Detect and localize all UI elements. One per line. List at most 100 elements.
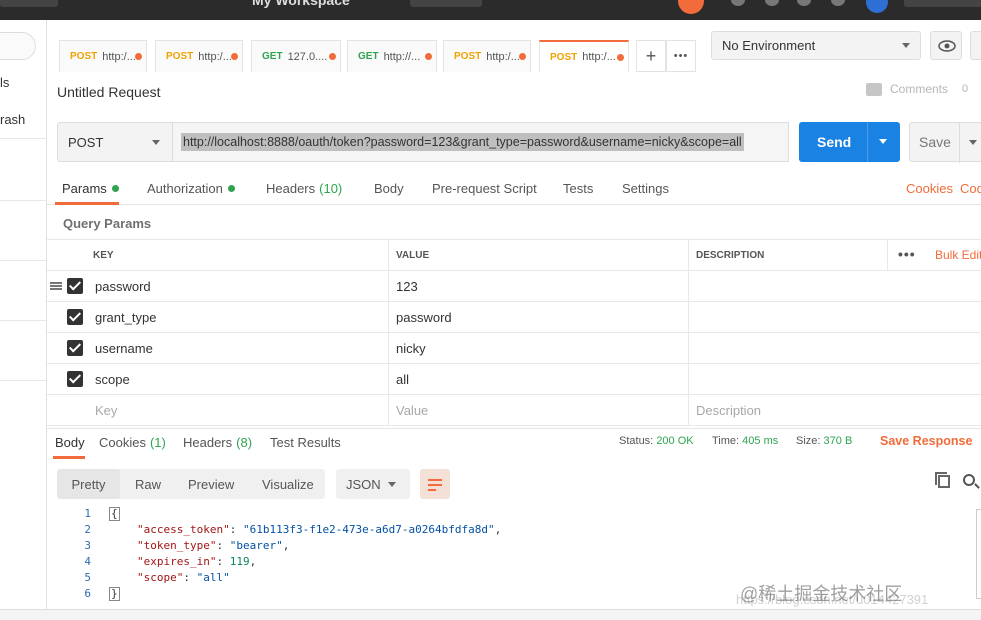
format-preview-button[interactable]: Preview (188, 469, 234, 499)
tab-method: POST (550, 51, 578, 63)
row-checkbox[interactable] (67, 340, 83, 356)
sync-icon[interactable] (678, 0, 704, 14)
param-description[interactable] (688, 364, 981, 394)
param-description[interactable] (688, 302, 981, 332)
sidebar-search-input[interactable] (0, 32, 36, 60)
param-value[interactable]: nicky (388, 333, 688, 363)
param-key[interactable]: username (88, 333, 388, 363)
environment-quick-look-button[interactable] (930, 31, 962, 60)
row-checkbox[interactable] (67, 371, 83, 387)
tab-test-results[interactable]: Test Results (270, 435, 341, 450)
settings-icon[interactable] (765, 0, 779, 6)
request-tab[interactable]: GET http://... (347, 40, 437, 72)
request-tab[interactable]: GET 127.0.... (251, 40, 341, 72)
notifications-icon[interactable] (797, 0, 811, 6)
upgrade-button[interactable] (904, 0, 981, 7)
tab-label: Authorization (147, 181, 223, 196)
time-info[interactable]: Time: 405 ms (712, 435, 778, 447)
save-options-chevron-icon[interactable] (969, 140, 977, 145)
sidebar-item-label[interactable]: rash (0, 112, 25, 127)
save-response-button[interactable]: Save Response ▼ (880, 434, 981, 448)
param-value[interactable]: 123 (388, 271, 688, 301)
request-tabs-bar: POST http:/... POST http:/... GET 127.0.… (47, 20, 707, 72)
request-tab[interactable]: POST http:/... (59, 40, 147, 72)
format-visualize-button[interactable]: Visualize (262, 469, 314, 499)
more-tabs-button[interactable]: ••• (666, 40, 696, 72)
param-key[interactable]: scope (88, 364, 388, 394)
heart-icon[interactable] (831, 0, 845, 6)
send-button[interactable]: Send (799, 122, 900, 162)
invite-button[interactable] (410, 0, 482, 7)
top-bar-button[interactable] (0, 0, 58, 7)
add-tab-button[interactable]: + (636, 40, 666, 72)
new-key-input[interactable]: Key (88, 395, 388, 425)
tab-settings[interactable]: Settings (622, 181, 669, 196)
request-tab[interactable]: POST http:/... (155, 40, 243, 72)
json-separator: : (216, 539, 230, 552)
param-description[interactable] (688, 271, 981, 301)
more-options-icon[interactable]: ••• (898, 246, 916, 262)
tab-response-headers[interactable]: Headers (8) (183, 435, 252, 450)
request-title[interactable]: Untitled Request (57, 84, 161, 100)
avatar[interactable] (866, 0, 888, 13)
capture-icon[interactable] (731, 0, 745, 6)
comments-count: 0 (962, 83, 969, 95)
tab-url: http:/... (582, 51, 616, 63)
drag-handle-icon[interactable] (50, 282, 62, 290)
unsaved-dot (617, 54, 624, 61)
divider (959, 123, 960, 163)
bulk-edit-link[interactable]: Bulk Edit (935, 248, 981, 262)
request-tab[interactable]: POST http:/... (443, 40, 531, 72)
sidebar-item-label[interactable]: ls (0, 75, 9, 90)
param-value[interactable]: password (388, 302, 688, 332)
language-label: JSON (346, 476, 381, 492)
new-description-input[interactable]: Description (688, 395, 981, 425)
tab-label: Params (62, 181, 107, 196)
tab-response-cookies[interactable]: Cookies (1) (99, 435, 166, 450)
format-raw-button[interactable]: Raw (135, 469, 161, 499)
tab-response-body[interactable]: Body (55, 435, 85, 450)
cookies-link[interactable]: Cookies (906, 181, 953, 196)
workspace-title[interactable]: My Workspace (252, 0, 350, 8)
code-link[interactable]: Code (960, 181, 981, 196)
manage-environments-button[interactable] (970, 31, 981, 60)
new-value-input[interactable]: Value (388, 395, 688, 425)
tab-headers[interactable]: Headers (10) (266, 181, 342, 196)
column-header-value: VALUE (388, 240, 688, 270)
tab-tests[interactable]: Tests (563, 181, 593, 196)
tab-prerequest-script[interactable]: Pre-request Script (432, 181, 537, 196)
size-info[interactable]: Size: 370 B (796, 435, 852, 447)
request-config-tabs: Params Authorization Headers (10) Body Pr… (47, 175, 981, 205)
scrollbar[interactable] (976, 509, 981, 599)
param-value[interactable]: all (388, 364, 688, 394)
environment-select[interactable]: No Environment (711, 31, 921, 60)
param-key[interactable]: grant_type (88, 302, 388, 332)
request-tab-active[interactable]: POST http:/... (539, 40, 629, 72)
url-input[interactable]: http://localhost:8888/oauth/token?passwo… (173, 122, 789, 162)
row-checkbox[interactable] (67, 278, 83, 294)
tab-authorization[interactable]: Authorization (147, 181, 235, 196)
language-select[interactable]: JSON (336, 469, 410, 499)
param-description[interactable] (688, 333, 981, 363)
param-key[interactable]: password (88, 271, 388, 301)
json-value: 119 (229, 555, 250, 568)
copy-icon[interactable] (935, 472, 950, 488)
format-pretty-button[interactable]: Pretty (57, 469, 120, 499)
wrap-lines-icon[interactable] (420, 469, 450, 499)
tab-body[interactable]: Body (374, 181, 404, 196)
json-key: "expires_in" (137, 555, 217, 568)
method-select[interactable]: POST (57, 122, 173, 162)
tab-params[interactable]: Params (62, 181, 119, 196)
send-options-chevron-icon[interactable] (879, 139, 887, 144)
status-info[interactable]: Status: 200 OK (619, 435, 694, 447)
save-button[interactable]: Save (909, 122, 981, 163)
tab-method: POST (166, 51, 194, 62)
json-comma: , (249, 555, 257, 568)
comments-button[interactable]: Comments 0 (866, 82, 968, 96)
format-tabs: Pretty Raw Preview Visualize (57, 469, 325, 499)
code-text: } (109, 587, 120, 601)
search-icon[interactable] (963, 474, 975, 486)
tab-label: Cookies (99, 435, 146, 450)
sidebar-divider (0, 380, 46, 381)
row-checkbox[interactable] (67, 309, 83, 325)
